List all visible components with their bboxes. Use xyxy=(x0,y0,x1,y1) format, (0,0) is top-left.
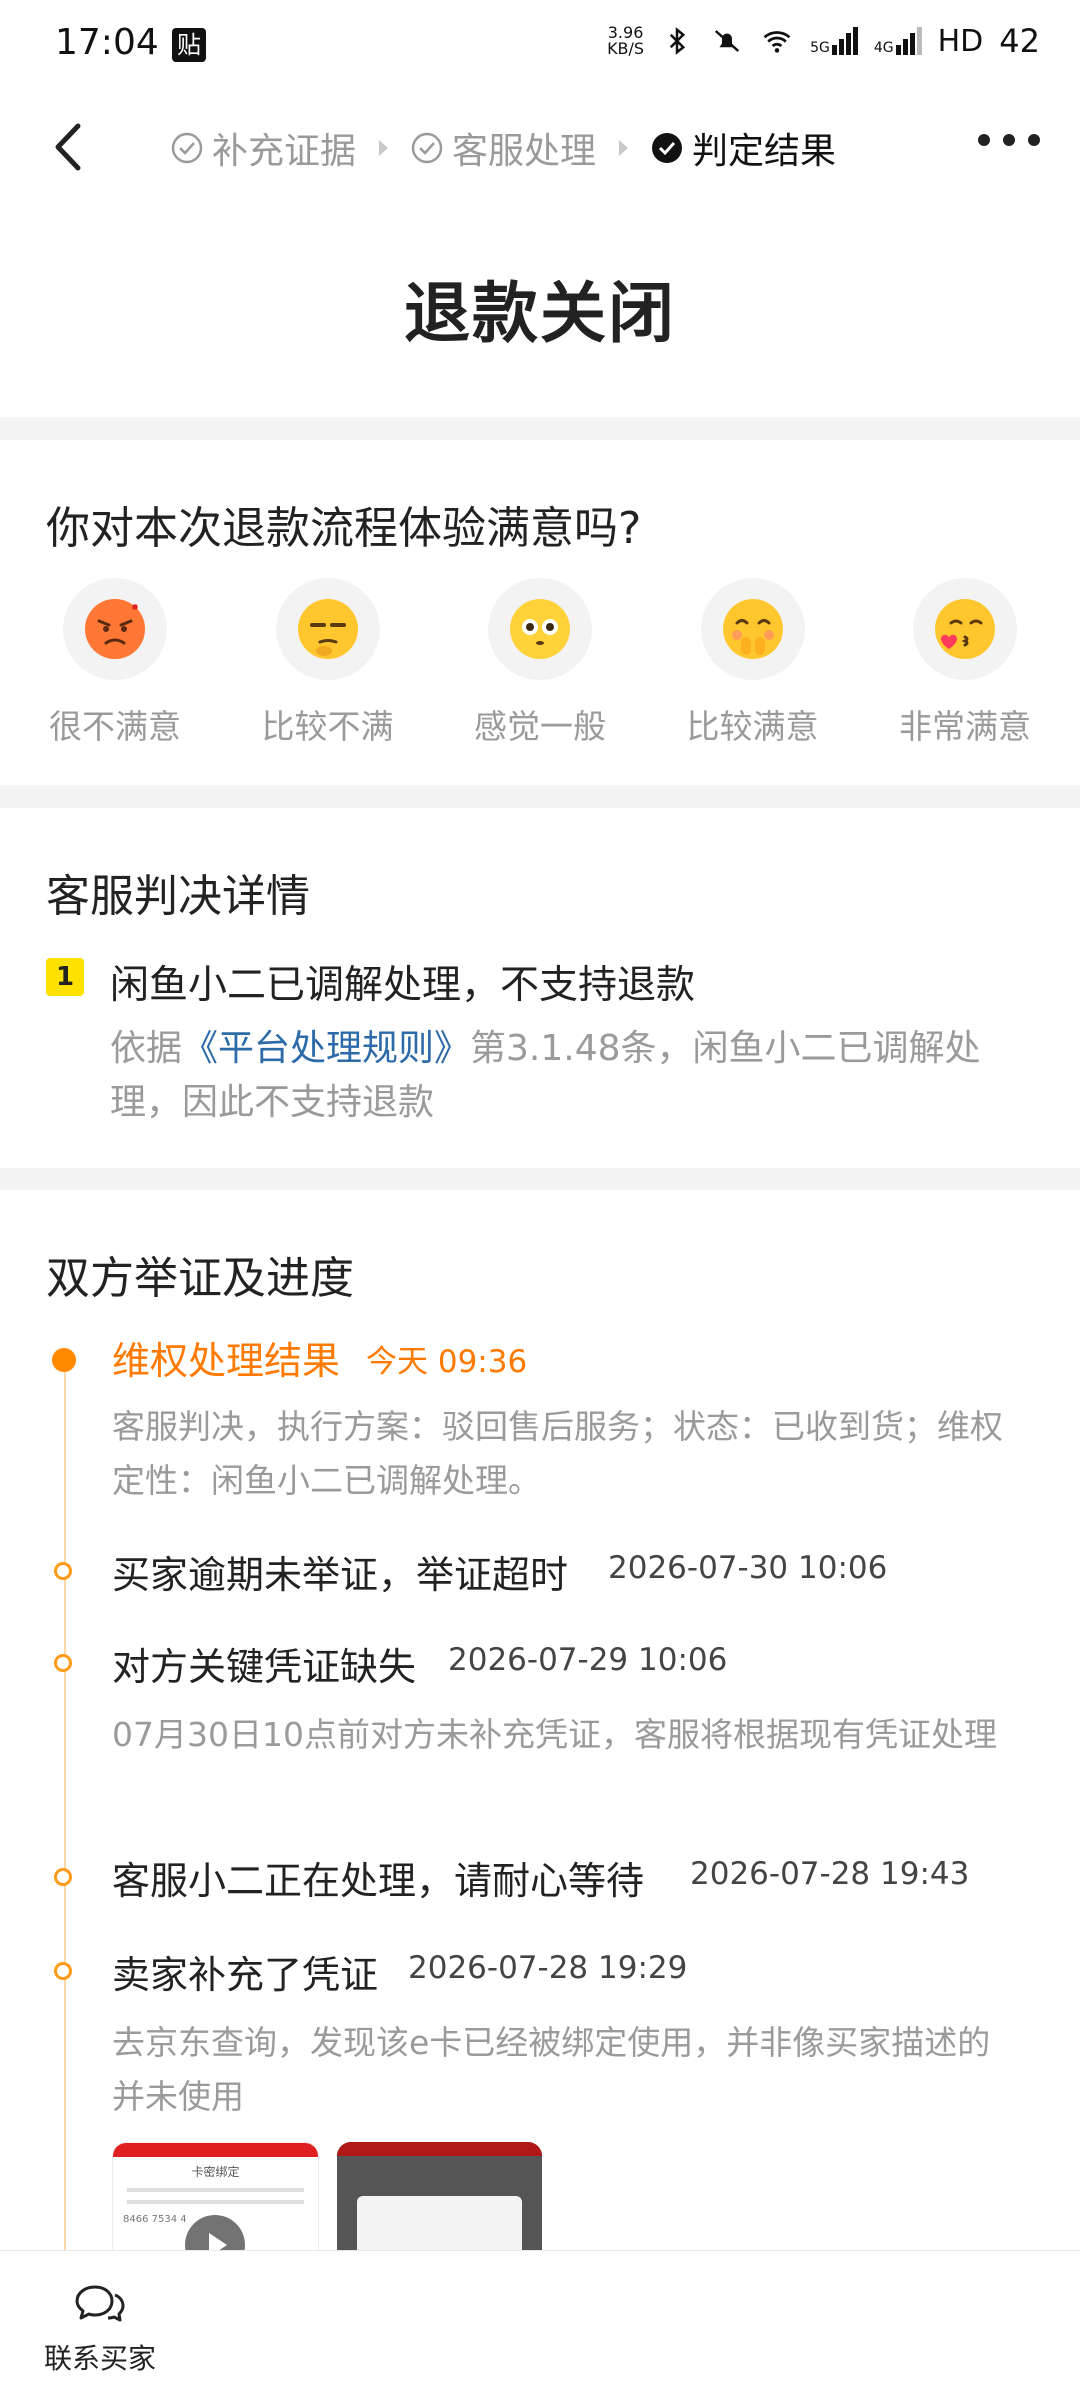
event-description: 07月30日10点前对方未补充凭证，客服将根据现有凭证处理 xyxy=(112,1715,997,1754)
net-speed: 3.96 KB/S xyxy=(607,23,645,58)
verdict-number-badge: 1 xyxy=(46,958,84,996)
status-bar: 17:04 贴 3.96 KB/S 5G 4G HD 42 xyxy=(0,0,1080,92)
nav-bar: 补充证据 客服处理 判定结果 xyxy=(0,92,1080,202)
chat-bubble-icon xyxy=(75,2285,125,2322)
satisfaction-title: 你对本次退款流程体验满意吗? xyxy=(46,503,642,554)
timeline-dot xyxy=(54,1962,72,1980)
satisfaction-card: 你对本次退款流程体验满意吗? 很不满意 比较不满 感觉一般 比较满意 非常满意 xyxy=(0,440,1080,785)
flushed-face-icon xyxy=(510,599,570,659)
verdict-title: 客服判决详情 xyxy=(46,871,310,922)
rating-very-satisfied[interactable]: 非常满意 xyxy=(890,578,1040,748)
platform-rules-link[interactable]: 《平台处理规则》 xyxy=(182,1028,470,1069)
event-title: 对方关键凭证缺失 xyxy=(112,1645,417,1689)
rating-label: 感觉一般 xyxy=(474,707,606,746)
timeline-dot xyxy=(54,1868,72,1886)
evidence-thumbnail-image[interactable] xyxy=(337,2142,542,2250)
check-circle-icon xyxy=(411,132,443,164)
check-circle-icon xyxy=(171,132,203,164)
rating-label: 非常满意 xyxy=(899,707,1031,746)
rating-options: 很不满意 比较不满 感觉一般 比较满意 非常满意 xyxy=(40,578,1040,748)
event-time: 2026-07-28 19:29 xyxy=(408,1950,688,1986)
bluetooth-icon xyxy=(669,27,686,55)
rating-somewhat-unsatisfied[interactable]: 比较不满 xyxy=(253,578,403,748)
chevron-right-icon xyxy=(619,140,629,156)
evidence-progress-card: 双方举证及进度 维权处理结果 今天 09:36 客服判决，执行方案：驳回售后服务… xyxy=(0,1190,1080,2250)
chevron-right-icon xyxy=(379,140,389,156)
more-options-icon[interactable] xyxy=(978,128,1040,152)
event-time: 2026-07-30 10:06 xyxy=(608,1550,888,1586)
step-service-processing[interactable]: 客服处理 xyxy=(410,122,596,174)
event-title: 买家逾期未举证，举证超时 xyxy=(112,1553,569,1597)
step-label: 补充证据 xyxy=(212,131,357,172)
battery-level: 42 xyxy=(999,22,1040,60)
play-icon xyxy=(185,2215,245,2250)
event-title: 维权处理结果 xyxy=(112,1339,341,1383)
step-label: 客服处理 xyxy=(452,131,597,172)
event-title: 客服小二正在处理，请耐心等待 xyxy=(112,1859,645,1903)
verdict-description: 依据《平台处理规则》第3.1.48条，闲鱼小二已调解处理，因此不支持退款 xyxy=(110,1028,981,1123)
event-title: 卖家补充了凭证 xyxy=(112,1953,379,1997)
evidence-thumbnail-video[interactable]: 卡密绑定 8466 7534 4 xyxy=(112,2142,319,2250)
kissing-face-icon xyxy=(935,599,995,659)
contact-buyer-label: 联系买家 xyxy=(43,2342,156,2375)
contact-buyer-button[interactable]: 联系买家 xyxy=(40,2281,160,2377)
timeline-line xyxy=(64,1356,66,2250)
page-title: 退款关闭 xyxy=(404,275,676,352)
verdict-card: 客服判决详情 1 闲鱼小二已调解处理，不支持退款 依据《平台处理规则》第3.1.… xyxy=(0,808,1080,1168)
event-description: 去京东查询，发现该e卡已经被绑定使用，并非像买家描述的并未使用 xyxy=(112,2023,991,2116)
back-icon[interactable] xyxy=(40,112,100,182)
progress-title: 双方举证及进度 xyxy=(46,1253,354,1304)
status-time: 17:04 xyxy=(55,22,159,63)
angry-face-icon xyxy=(85,599,145,659)
progress-steps: 补充证据 客服处理 判定结果 xyxy=(170,122,836,174)
mute-bell-icon xyxy=(714,30,740,52)
event-time: 2026-07-28 19:43 xyxy=(690,1856,970,1892)
signal-4g-icon: 4G xyxy=(874,27,922,55)
rating-somewhat-satisfied[interactable]: 比较满意 xyxy=(678,578,828,748)
status-header: 退款关闭 xyxy=(0,202,1080,417)
event-description: 客服判决，执行方案：驳回售后服务；状态：已收到货；维权定性：闲鱼小二已调解处理。 xyxy=(112,1407,1003,1500)
wifi-icon xyxy=(763,31,791,53)
event-time: 今天 09:36 xyxy=(366,1344,528,1380)
step-verdict-result[interactable]: 判定结果 xyxy=(650,122,836,174)
hd-label: HD xyxy=(937,23,984,59)
bottom-action-bar: 联系买家 xyxy=(0,2250,1080,2401)
check-circle-filled-icon xyxy=(652,133,683,163)
rating-label: 比较不满 xyxy=(261,707,394,746)
status-icons: 3.96 KB/S 5G 4G HD 42 xyxy=(607,22,1040,60)
signal-5g-icon: 5G xyxy=(810,27,858,55)
notification-badge: 贴 xyxy=(172,28,206,62)
timeline-dot xyxy=(54,1654,72,1672)
timeline-dot xyxy=(54,1562,72,1580)
rating-label: 比较满意 xyxy=(686,707,819,746)
timeline-dot-active xyxy=(52,1348,76,1372)
unamused-face-icon xyxy=(297,599,358,659)
shy-face-icon xyxy=(722,599,783,659)
rating-very-unsatisfied[interactable]: 很不满意 xyxy=(40,578,190,748)
step-supplement-evidence[interactable]: 补充证据 xyxy=(170,122,356,174)
event-time: 2026-07-29 10:06 xyxy=(448,1642,728,1678)
verdict-headline: 闲鱼小二已调解处理，不支持退款 xyxy=(110,963,696,1008)
rating-neutral[interactable]: 感觉一般 xyxy=(465,578,615,748)
rating-label: 很不满意 xyxy=(49,707,181,746)
step-label: 判定结果 xyxy=(692,131,837,172)
